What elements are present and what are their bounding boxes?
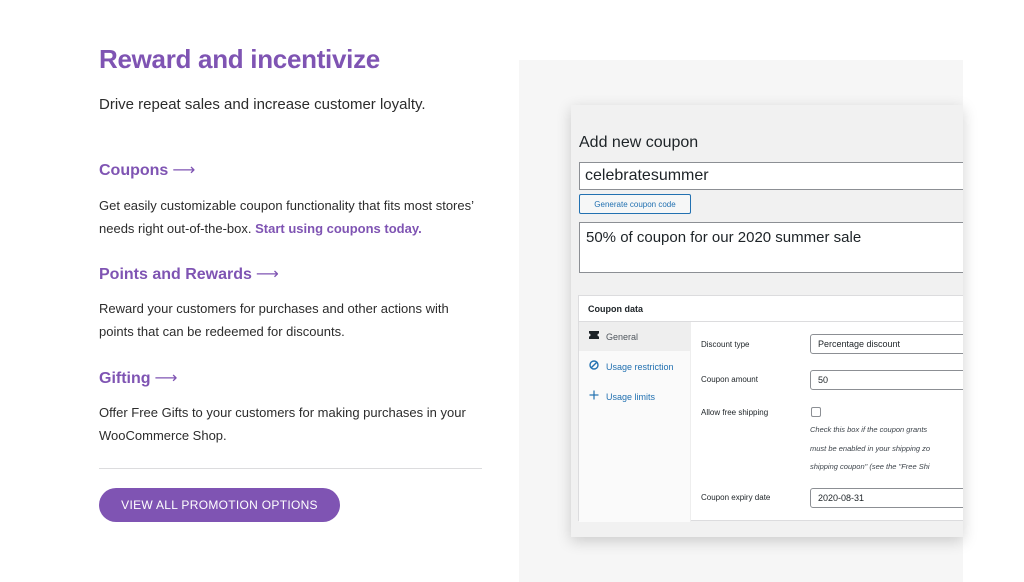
divider [99,468,482,469]
discount-type-select[interactable]: Percentage discount [810,334,963,354]
tab-general-label: General [606,331,639,342]
points-rewards-link[interactable]: Points and Rewards ⟶ [99,264,279,284]
free-shipping-help-line: shipping coupon" (see the "Free Shi [810,462,930,471]
gifting-description: Offer Free Gifts to your customers for m… [99,405,466,443]
tab-usage-limits[interactable]: Usage limits [579,382,691,411]
expiry-date-label: Coupon expiry date [701,493,771,502]
coupon-data-tabs: General Usage restriction Usage limits [579,322,691,522]
generate-coupon-code-button[interactable]: Generate coupon code [579,194,691,214]
coupon-data-heading: Coupon data [579,296,963,322]
tab-usage-restriction-label: Usage restriction [606,361,674,372]
arrow-right-icon: ⟶ [154,370,178,387]
page-subtitle: Drive repeat sales and increase customer… [99,96,426,113]
plus-icon [588,390,600,403]
free-shipping-help-line: must be enabled in your shipping zo [810,444,931,453]
arrow-right-icon: ⟶ [172,162,196,179]
page-title: Reward and incentivize [99,44,380,74]
free-shipping-help-line: Check this box if the coupon grants [810,425,928,434]
discount-type-label: Discount type [701,340,750,349]
tab-usage-limits-label: Usage limits [606,391,656,402]
coupon-amount-label: Coupon amount [701,375,758,384]
coupons-description: Get easily customizable coupon functiona… [99,194,484,240]
tab-general[interactable]: General [579,322,691,351]
tab-usage-restriction[interactable]: Usage restriction [579,352,691,381]
coupons-link[interactable]: Coupons ⟶ [99,160,195,180]
free-shipping-checkbox[interactable] [811,407,821,417]
gifting-link[interactable]: Gifting ⟶ [99,368,177,388]
points-rewards-description: Reward your customers for purchases and … [99,301,449,339]
coupon-page-title: Add new coupon [579,134,699,151]
ticket-icon [588,331,600,342]
coupon-data-box: Coupon data General Usage restriction Us… [578,295,963,522]
view-all-promotion-options-button[interactable]: VIEW ALL PROMOTION OPTIONS [99,488,340,522]
coupon-code-input[interactable]: celebratesummer [579,162,963,190]
start-using-coupons-link[interactable]: Start using coupons today. [255,221,422,236]
block-icon [588,360,600,373]
coupon-amount-input[interactable]: 50 [810,370,963,390]
coupon-editor-screenshot: Add new coupon celebratesummer Generate … [571,105,963,537]
coupon-description-field[interactable]: 50% of coupon for our 2020 summer sale [579,222,963,273]
coupons-title: Coupons [99,162,169,179]
free-shipping-label: Allow free shipping [701,408,769,417]
expiry-date-input[interactable]: 2020-08-31 [810,488,963,508]
arrow-right-icon: ⟶ [255,266,279,283]
gifting-title: Gifting [99,370,151,387]
points-rewards-title: Points and Rewards [99,266,252,283]
